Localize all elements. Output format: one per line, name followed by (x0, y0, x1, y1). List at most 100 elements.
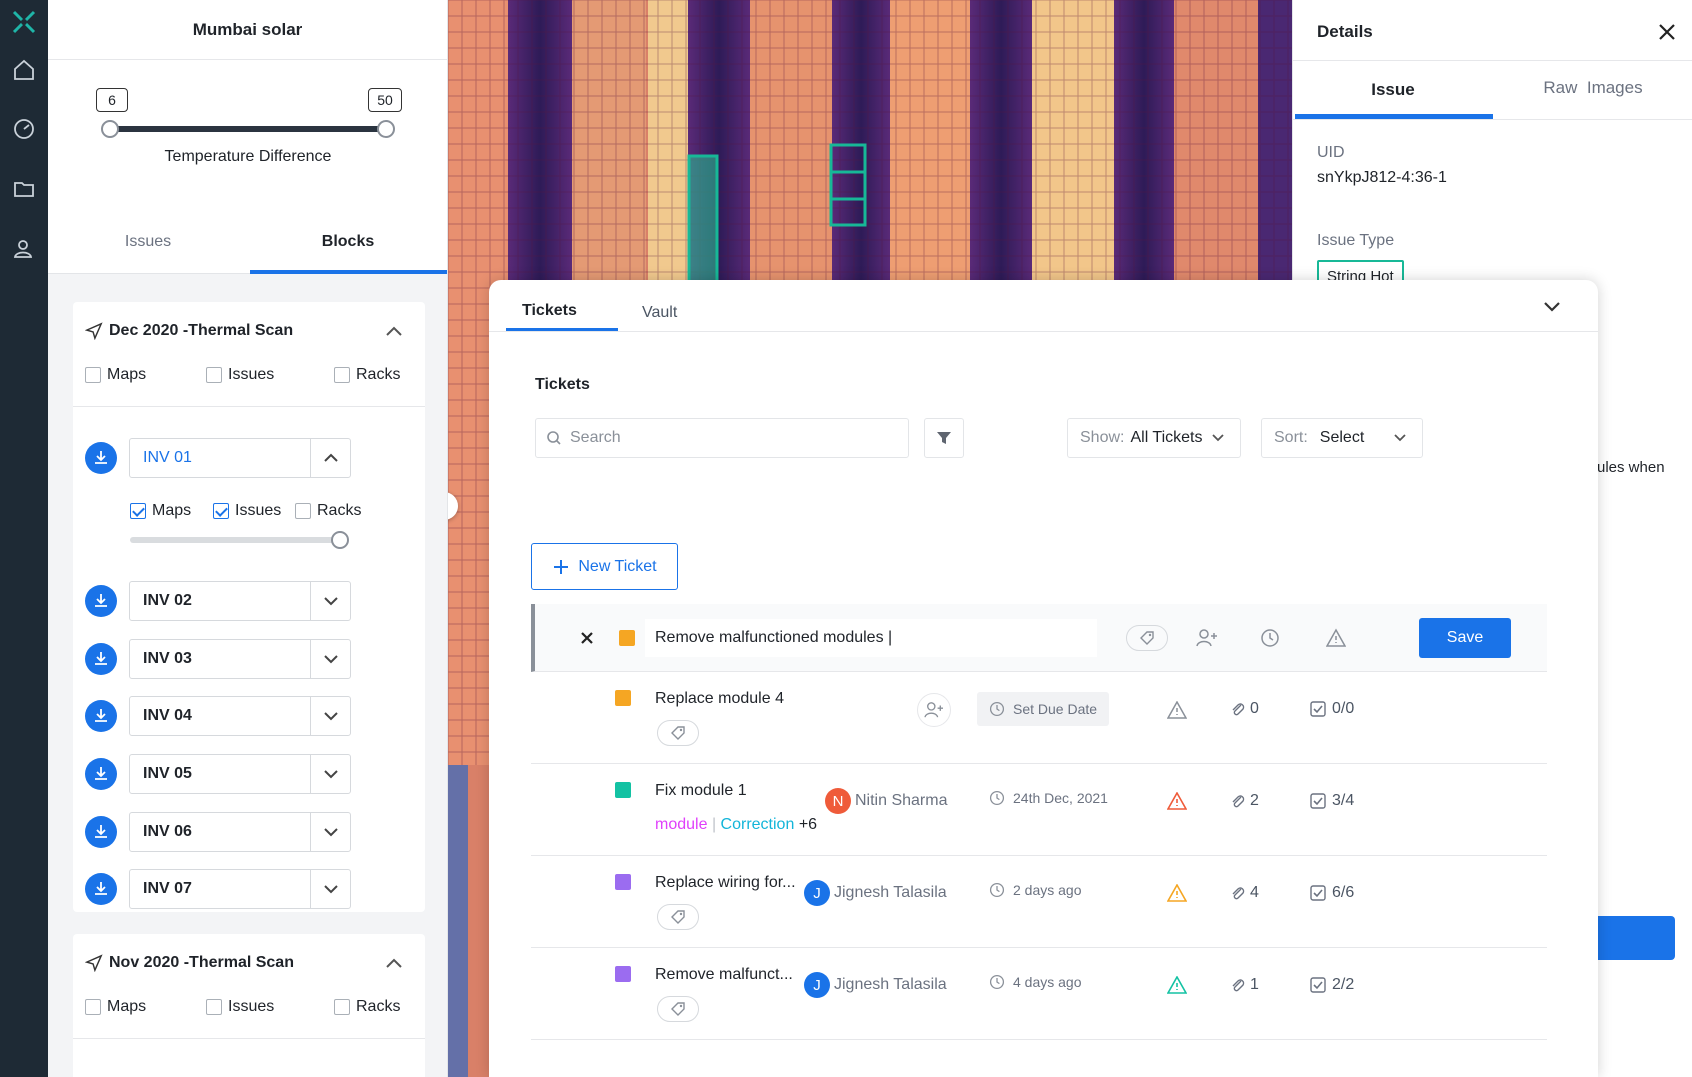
due-date[interactable]: 2 days ago (989, 882, 1082, 898)
add-assignee-icon[interactable] (1196, 628, 1218, 648)
tab-vault[interactable]: Vault (642, 304, 677, 322)
assignee[interactable]: N Nitin Sharma (825, 788, 947, 814)
inverter-select[interactable]: INV 06 (129, 812, 351, 852)
folder-icon[interactable] (8, 173, 40, 205)
tab-raw-images[interactable]: Raw Images (1493, 62, 1692, 114)
chevron-down-icon[interactable] (1542, 300, 1562, 314)
maps-checkbox[interactable] (85, 999, 101, 1015)
maps-checkbox[interactable] (130, 503, 146, 519)
search-input[interactable]: Search (535, 418, 909, 458)
inverter-select[interactable]: INV 01 (129, 438, 351, 478)
scan-issues-option[interactable]: Issues (206, 366, 274, 384)
new-ticket-button[interactable]: New Ticket (531, 543, 678, 590)
priority-icon[interactable] (1167, 884, 1187, 902)
scan-header[interactable]: Nov 2020 -Thermal Scan (85, 954, 294, 972)
add-assignee-icon[interactable] (917, 693, 951, 727)
opacity-slider-handle[interactable] (331, 531, 349, 549)
close-icon[interactable] (580, 631, 594, 645)
issues-checkbox[interactable] (206, 367, 222, 383)
tag-icon[interactable] (1126, 625, 1168, 651)
inverter-select[interactable]: INV 04 (129, 696, 351, 736)
inverter-row[interactable]: INV 05 (85, 754, 357, 794)
ticket-title-input[interactable]: Remove malfunctioned modules | (645, 619, 1097, 657)
tag-label[interactable]: Correction (721, 816, 795, 833)
chevron-down-icon[interactable] (310, 582, 350, 620)
assignee[interactable]: J Jignesh Talasila (804, 972, 947, 998)
scan-maps-option[interactable]: Maps (85, 366, 146, 384)
set-due-date-button[interactable]: Set Due Date (977, 692, 1110, 726)
sort-select[interactable]: Sort: Select (1261, 418, 1423, 458)
close-icon[interactable] (1657, 22, 1677, 42)
clock-icon[interactable] (1260, 628, 1280, 648)
priority-icon[interactable] (1326, 628, 1346, 648)
inverter-select[interactable]: INV 02 (129, 581, 351, 621)
ticket-row[interactable]: Replace module 4 Set Due Date 0 0/0 (531, 672, 1547, 764)
inverter-row[interactable]: INV 03 (85, 639, 357, 679)
scan-header[interactable]: Dec 2020 -Thermal Scan (85, 322, 293, 340)
priority-icon[interactable] (1167, 792, 1187, 810)
download-icon[interactable] (85, 873, 117, 905)
tab-issues[interactable]: Issues (48, 212, 248, 272)
slider-track[interactable] (110, 126, 386, 132)
ticket-color-swatch[interactable] (619, 630, 635, 646)
maps-checkbox[interactable] (85, 367, 101, 383)
chevron-down-icon[interactable] (310, 870, 350, 908)
tag-icon[interactable] (657, 996, 699, 1022)
app-logo-icon[interactable] (8, 6, 40, 38)
ticket-row[interactable]: Fix module 1 module | Correction +6 N Nit… (531, 764, 1547, 856)
download-icon[interactable] (85, 700, 117, 732)
chevron-up-icon[interactable] (310, 439, 350, 477)
user-settings-icon[interactable] (8, 233, 40, 265)
scan-maps-option[interactable]: Maps (85, 998, 146, 1016)
racks-checkbox[interactable] (334, 999, 350, 1015)
racks-checkbox[interactable] (334, 367, 350, 383)
ticket-row[interactable]: Remove malfunct... J Jignesh Talasila 4 d… (531, 948, 1547, 1040)
chevron-up-icon[interactable] (385, 956, 403, 970)
inverter-row[interactable]: INV 06 (85, 812, 357, 852)
download-icon[interactable] (85, 758, 117, 790)
due-date[interactable]: 4 days ago (989, 974, 1082, 990)
scan-issues-option[interactable]: Issues (206, 998, 274, 1016)
inverter-row[interactable]: INV 07 (85, 869, 357, 909)
issues-checkbox[interactable] (213, 503, 229, 519)
opacity-slider[interactable] (130, 537, 344, 543)
chevron-up-icon[interactable] (385, 324, 403, 338)
slider-min-handle[interactable] (101, 120, 119, 138)
chevron-down-icon[interactable] (310, 755, 350, 793)
download-icon[interactable] (85, 585, 117, 617)
due-date[interactable]: 24th Dec, 2021 (989, 790, 1108, 806)
download-icon[interactable] (85, 816, 117, 848)
scan-racks-option[interactable]: Racks (334, 366, 400, 384)
tab-blocks[interactable]: Blocks (248, 212, 447, 272)
filter-button[interactable] (924, 418, 964, 458)
home-icon[interactable] (8, 54, 40, 86)
inverter-row[interactable]: INV 04 (85, 696, 357, 736)
slider-max-handle[interactable] (377, 120, 395, 138)
inv01-racks-option[interactable]: Racks (295, 502, 361, 520)
inv01-issues-option[interactable]: Issues (213, 502, 281, 520)
ticket-row[interactable]: Replace wiring for... J Jignesh Talasila … (531, 856, 1547, 948)
issues-checkbox[interactable] (206, 999, 222, 1015)
inverter-row[interactable]: INV 02 (85, 581, 357, 621)
tag-icon[interactable] (657, 720, 699, 746)
tag-label[interactable]: module (655, 816, 707, 833)
chevron-down-icon[interactable] (310, 640, 350, 678)
tag-icon[interactable] (657, 904, 699, 930)
racks-checkbox[interactable] (295, 503, 311, 519)
chevron-down-icon[interactable] (310, 697, 350, 735)
inv01-maps-option[interactable]: Maps (130, 502, 191, 520)
scan-racks-option[interactable]: Racks (334, 998, 400, 1016)
show-filter-select[interactable]: Show: All Tickets (1067, 418, 1241, 458)
inverter-select[interactable]: INV 05 (129, 754, 351, 794)
save-button[interactable]: Save (1419, 618, 1511, 658)
inverter-row[interactable]: INV 01 (85, 438, 357, 478)
details-action-button[interactable] (1593, 916, 1675, 960)
assignee[interactable]: J Jignesh Talasila (804, 880, 947, 906)
download-icon[interactable] (85, 442, 117, 474)
more-tags[interactable]: +6 (799, 816, 817, 833)
dashboard-icon[interactable] (8, 113, 40, 145)
inverter-select[interactable]: INV 07 (129, 869, 351, 909)
tab-tickets[interactable]: Tickets (522, 302, 577, 320)
priority-icon[interactable] (1167, 976, 1187, 994)
priority-icon[interactable] (1167, 701, 1187, 719)
